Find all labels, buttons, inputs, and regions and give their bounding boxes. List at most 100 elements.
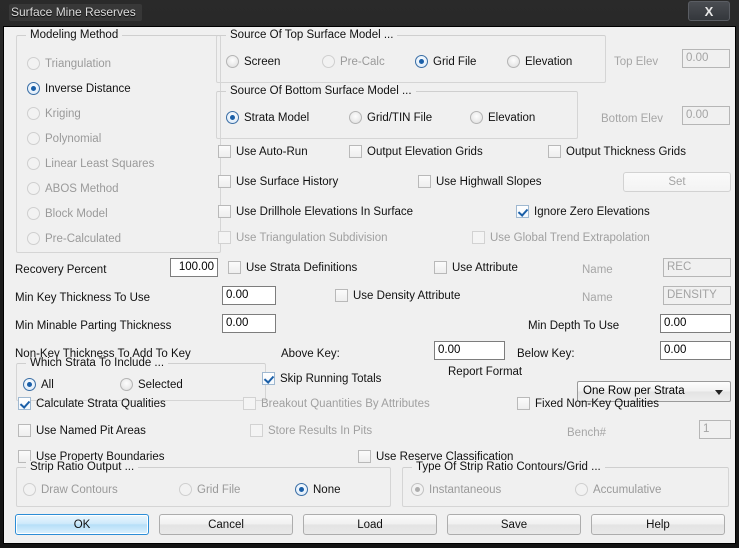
close-icon[interactable]: X xyxy=(688,1,730,21)
radio-bottom-grid-tin-file[interactable]: Grid/TIN File xyxy=(349,111,432,125)
checkbox-output-elevation-grids[interactable]: Output Elevation Grids xyxy=(349,145,483,159)
checkbox-label: Use Strata Definitions xyxy=(246,262,358,274)
radio-instantaneous[interactable]: Instantaneous xyxy=(411,483,501,497)
radio-abos-method[interactable]: ABOS Method xyxy=(27,182,119,196)
checkbox-fixed-non-key-qualities[interactable]: Fixed Non-Key Qualities xyxy=(517,397,659,411)
below-key-input[interactable]: 0.00 xyxy=(660,341,731,360)
strip-ratio-output-legend: Strip Ratio Output ... xyxy=(26,461,139,473)
radio-strata-selected[interactable]: Selected xyxy=(120,378,183,392)
above-key-input[interactable]: 0.00 xyxy=(434,341,505,360)
help-button[interactable]: Help xyxy=(591,514,725,535)
title-bar[interactable]: Surface Mine Reserves X xyxy=(0,0,739,26)
radio-triangulation[interactable]: Triangulation xyxy=(27,57,111,71)
checkbox-use-named-pit-areas[interactable]: Use Named Pit Areas xyxy=(18,424,146,438)
radio-label: Inverse Distance xyxy=(45,83,131,95)
radio-top-elevation[interactable]: Elevation xyxy=(507,55,572,69)
min-minable-parting-input[interactable]: 0.00 xyxy=(222,314,276,333)
checkbox-output-thickness-grids[interactable]: Output Thickness Grids xyxy=(548,145,686,159)
recovery-percent-input[interactable]: 100.00 xyxy=(170,258,218,277)
checkbox-label: Output Thickness Grids xyxy=(566,146,686,158)
checkbox-label: Use Triangulation Subdivision xyxy=(236,232,388,244)
checkbox-breakout-quantities-by-attributes[interactable]: Breakout Quantities By Attributes xyxy=(243,397,430,411)
strip-ratio-output-group: Strip Ratio Output ... Draw Contours Gri… xyxy=(16,461,391,507)
checkbox-use-drillhole-elevations[interactable]: Use Drillhole Elevations In Surface xyxy=(218,205,413,219)
radio-dot-icon xyxy=(411,483,424,496)
checkbox-use-strata-definitions[interactable]: Use Strata Definitions xyxy=(228,261,357,275)
bench-input[interactable]: 1 xyxy=(699,420,731,439)
checkbox-label: Use Auto-Run xyxy=(236,146,308,158)
radio-label: Triangulation xyxy=(45,58,112,70)
checkbox-use-triangulation-subdivision[interactable]: Use Triangulation Subdivision xyxy=(218,231,388,245)
min-depth-input[interactable]: 0.00 xyxy=(660,314,731,333)
checkbox-box-icon xyxy=(243,397,256,410)
radio-label: All xyxy=(41,379,54,391)
checkbox-box-icon xyxy=(262,372,275,385)
radio-polynomial[interactable]: Polynomial xyxy=(27,132,101,146)
checkbox-box-icon xyxy=(349,145,362,158)
min-key-thickness-label: Min Key Thickness To Use xyxy=(15,292,151,304)
checkbox-use-auto-run[interactable]: Use Auto-Run xyxy=(218,145,308,159)
radio-dot-icon xyxy=(23,378,36,391)
radio-strata-all[interactable]: All xyxy=(23,378,54,392)
rec-name-input[interactable]: REC xyxy=(663,258,731,277)
radio-label: Pre-Calc xyxy=(340,56,385,68)
radio-top-screen[interactable]: Screen xyxy=(226,55,280,69)
checkbox-skip-running-totals[interactable]: Skip Running Totals xyxy=(262,372,381,386)
bottom-elev-input[interactable]: 0.00 xyxy=(682,106,730,125)
checkbox-label: Use Surface History xyxy=(236,176,339,188)
checkbox-use-global-trend-extrapolation[interactable]: Use Global Trend Extrapolation xyxy=(472,231,650,245)
radio-inverse-distance[interactable]: Inverse Distance xyxy=(27,82,131,96)
top-elev-input[interactable]: 0.00 xyxy=(682,49,730,68)
radio-dot-icon xyxy=(27,132,40,145)
radio-label: Block Model xyxy=(45,208,108,220)
min-depth-label: Min Depth To Use xyxy=(528,320,620,332)
radio-grid-file-output[interactable]: Grid File xyxy=(179,483,240,497)
checkbox-label: Breakout Quantities By Attributes xyxy=(261,398,430,410)
radio-bottom-strata-model[interactable]: Strata Model xyxy=(226,111,309,125)
radio-block-model[interactable]: Block Model xyxy=(27,207,108,221)
radio-top-grid-file[interactable]: Grid File xyxy=(415,55,476,69)
cancel-button[interactable]: Cancel xyxy=(159,514,293,535)
radio-label: Strata Model xyxy=(244,112,310,124)
density-name-input[interactable]: DENSITY xyxy=(663,286,731,305)
ok-button[interactable]: OK xyxy=(15,514,149,535)
checkbox-label: Use Drillhole Elevations In Surface xyxy=(236,206,414,218)
checkbox-use-highwall-slopes[interactable]: Use Highwall Slopes xyxy=(418,175,541,189)
min-key-thickness-input[interactable]: 0.00 xyxy=(222,286,276,305)
radio-draw-contours[interactable]: Draw Contours xyxy=(23,483,118,497)
radio-bottom-elevation[interactable]: Elevation xyxy=(470,111,535,125)
radio-label: Pre-Calculated xyxy=(45,233,122,245)
checkbox-ignore-zero-elevations[interactable]: Ignore Zero Elevations xyxy=(516,205,650,219)
checkbox-use-surface-history[interactable]: Use Surface History xyxy=(218,175,338,189)
checkbox-label: Use Highwall Slopes xyxy=(436,176,542,188)
checkbox-label: Skip Running Totals xyxy=(280,373,382,385)
strip-ratio-type-legend: Type Of Strip Ratio Contours/Grid ... xyxy=(412,461,605,473)
save-button[interactable]: Save xyxy=(447,514,581,535)
radio-label: Elevation xyxy=(525,56,573,68)
radio-dot-icon xyxy=(120,378,133,391)
checkbox-calculate-strata-qualities[interactable]: Calculate Strata Qualities xyxy=(18,397,166,411)
bottom-surface-legend: Source Of Bottom Surface Model ... xyxy=(226,85,416,97)
bottom-surface-group: Source Of Bottom Surface Model ... Strat… xyxy=(216,85,578,139)
checkbox-use-attribute[interactable]: Use Attribute xyxy=(434,261,518,275)
chevron-down-icon xyxy=(715,390,723,395)
radio-label: Instantaneous xyxy=(429,484,502,496)
radio-label: Selected xyxy=(138,379,183,391)
load-button[interactable]: Load xyxy=(303,514,437,535)
checkbox-use-density-attribute[interactable]: Use Density Attribute xyxy=(335,289,460,303)
radio-top-pre-calc[interactable]: Pre-Calc xyxy=(322,55,385,69)
radio-linear-least-squares[interactable]: Linear Least Squares xyxy=(27,157,154,171)
set-button[interactable]: Set xyxy=(623,172,731,192)
checkbox-store-results-in-pits[interactable]: Store Results In Pits xyxy=(250,424,372,438)
radio-dot-icon xyxy=(23,483,36,496)
radio-kriging[interactable]: Kriging xyxy=(27,107,81,121)
radio-pre-calculated[interactable]: Pre-Calculated xyxy=(27,232,121,246)
radio-label: Grid File xyxy=(433,56,477,68)
radio-label: Elevation xyxy=(488,112,536,124)
checkbox-box-icon xyxy=(335,289,348,302)
radio-none-output[interactable]: None xyxy=(295,483,341,497)
window-title: Surface Mine Reserves xyxy=(9,4,142,21)
radio-accumulative[interactable]: Accumulative xyxy=(575,483,661,497)
radio-label: Screen xyxy=(244,56,281,68)
checkbox-box-icon xyxy=(418,175,431,188)
